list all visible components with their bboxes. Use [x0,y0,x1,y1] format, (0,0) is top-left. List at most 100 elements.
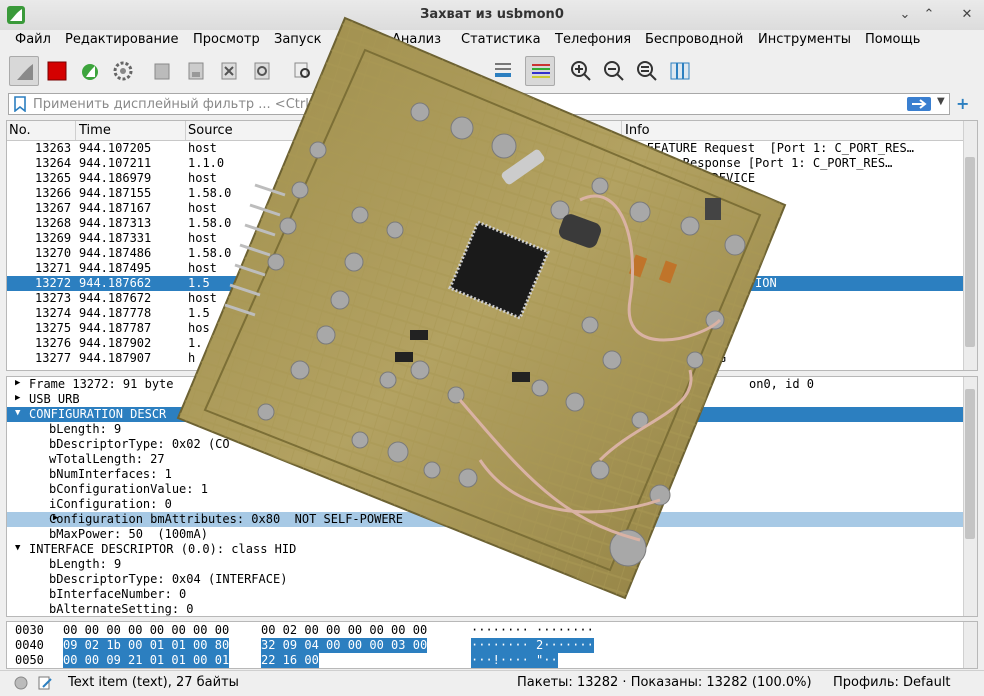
detail-tree-item[interactable]: bConfigurationValue: 1 [7,482,965,497]
menu-tools[interactable]: Инструменты [758,32,851,47]
detail-text: INTERFACE DESCRIPTOR (0.0): class HID [29,542,297,556]
edit-comment-icon[interactable] [37,675,53,691]
add-filter-plus-icon[interactable]: + [956,94,969,113]
detail-tree-item[interactable]: bMaxPower: 50 (100mA) [7,527,965,542]
detail-tree-item[interactable]: ▼ INTERFACE DESCRIPTOR (0.0): class HID [7,542,965,557]
menu-wireless[interactable]: Беспроводной [645,32,743,47]
colorize-button[interactable] [525,56,555,86]
hex-bytes[interactable]: 00 00 00 00 00 00 00 00 [63,623,229,638]
detail-tree-item[interactable]: bInterfaceNumber: 0 [7,587,965,602]
detail-tree-item[interactable]: ▶ Configuration bmAttributes: 0x80 NOT SE… [7,512,965,527]
expand-triangle-icon[interactable]: ▶ [15,393,20,403]
close-file-button[interactable] [214,56,244,86]
detail-tree-item[interactable]: ▶ USB URB [7,392,965,407]
packet-list-scrollbar[interactable] [963,121,977,370]
detail-tree-item[interactable]: bDescriptorType: 0x02 (CO [7,437,965,452]
start-capture-button[interactable] [9,56,39,86]
stop-capture-button[interactable] [42,56,72,86]
packet-row[interactable]: 13274 944.187778 1.5 esponse STRING [7,306,965,321]
hex-bytes[interactable]: 32 09 04 00 00 00 03 00 [261,638,428,653]
bytes-scrollbar[interactable] [963,622,977,668]
menu-help[interactable]: Помощь [865,32,920,47]
collapse-triangle-icon[interactable]: ▼ [15,408,20,418]
menu-capture[interactable]: Запуск [274,32,322,47]
packet-row[interactable]: 13276 944.187902 1. esponse STRING [7,336,965,351]
maximize-icon[interactable]: ⌃ [920,6,938,24]
expand-triangle-icon[interactable]: ▶ [15,378,20,388]
expert-info-icon[interactable] [14,676,28,690]
save-file-button[interactable] [181,56,211,86]
hex-ascii[interactable]: ········ 2······· [471,638,594,653]
packet-row[interactable]: 13271 944.187495 host uest CONFIGURATION [7,261,965,276]
hex-bytes[interactable]: 00 02 00 00 00 00 00 00 [261,623,427,638]
packet-row[interactable]: 13265 944.186979 host TOR Request DEVICE [7,171,965,186]
capture-options-button[interactable] [108,56,138,86]
packet-no: 13277 [35,351,72,365]
packet-row[interactable]: 13266 944.187155 1.58.0 Response DEVICE [7,186,965,201]
menu-view[interactable]: Просмотр [193,32,260,47]
hex-bytes[interactable]: 00 00 09 21 01 01 00 01 [63,653,230,668]
close-icon[interactable]: ✕ [958,6,976,24]
menu-statistics[interactable]: Статистика [461,32,541,47]
packet-row[interactable]: 13272 944.187662 1.5 esponse CONFIGURATION [7,276,965,291]
packet-details-tree: ▶ Frame 13272: 91 byte on0, id 0 ▶ USB URB ▼ C… [6,376,978,617]
bookmark-icon[interactable] [13,96,27,112]
packet-row[interactable]: 13277 944.187907 h Request STRING [7,351,965,366]
detail-tree-item[interactable]: wTotalLength: 27 [7,452,965,467]
apply-filter-arrow-icon[interactable] [907,97,931,111]
packet-list: No. Time Source Info 13263 944.107205 host… [6,120,978,371]
find-packet-button[interactable] [288,56,318,86]
packet-row[interactable]: 13264 944.107211 1.1.0 FEATURE Response [Po… [7,156,965,171]
detail-tree-item[interactable]: bDescriptorType: 0x04 (INTERFACE) [7,572,965,587]
packet-row[interactable]: 13273 944.187672 host Request STRING [7,291,965,306]
zoom-in-button[interactable] [566,56,596,86]
packet-row[interactable]: 13267 944.187167 host est DEVICE QUALIFIER [7,201,965,216]
autoscroll-button[interactable] [488,56,518,86]
details-scrollbar[interactable] [963,377,977,616]
zoom-normal-button[interactable] [632,56,662,86]
zoom-out-button[interactable] [599,56,629,86]
detail-tree-item[interactable]: ▼ CONFIGURATION DESCR [7,407,965,422]
packet-info: ponse CONFIGURATION [625,246,763,260]
detail-tree-item[interactable]: bLength: 9 [7,557,965,572]
menu-analyze[interactable]: Анализ [392,32,441,47]
hex-bytes[interactable]: 22 16 00 [261,653,319,668]
detail-tree-item[interactable]: bAlternateSetting: 0 [7,602,965,616]
detail-tree-item[interactable]: bLength: 9 [7,422,965,437]
hex-ascii[interactable]: ···!···· "·· [471,653,558,668]
detail-tree-item[interactable]: iConfiguration: 0 [7,497,965,512]
detail-tree-item[interactable]: bNumInterfaces: 1 [7,467,965,482]
menu-file[interactable]: Файл [15,32,51,47]
packet-row[interactable]: 13275 944.187787 hos Request STRING [7,321,965,336]
hex-ascii[interactable]: ········ ········ [471,623,594,638]
packet-time: 944.187486 [79,246,152,260]
column-no[interactable]: No. [9,123,31,138]
menu-edit[interactable]: Редактирование [65,32,178,47]
filter-history-chevron-icon[interactable]: ▼ [937,96,945,107]
column-source[interactable]: Source [188,123,233,138]
column-time[interactable]: Time [79,123,111,138]
detail-tree-item[interactable]: ▶ Frame 13272: 91 byte on0, id 0 [7,377,965,392]
reload-file-button[interactable] [247,56,277,86]
packet-row[interactable]: 13263 944.107205 host AR_FEATURE Request [P… [7,141,965,156]
collapse-triangle-icon[interactable]: ▼ [15,543,20,553]
packet-source: 1.5 [188,306,210,320]
packet-row[interactable]: 13268 944.187313 1.58.0 nse DEVICE QUALIFIE… [7,216,965,231]
menu-bar: Файл Редактирование Просмотр Запуск Анал… [0,30,984,52]
column-info[interactable]: Info [625,123,650,138]
resize-columns-button[interactable] [665,56,695,86]
restart-capture-button[interactable] [75,56,105,86]
hex-offset[interactable]: 0050 [15,653,44,668]
open-file-button[interactable] [148,56,178,86]
detail-text: USB URB [29,392,80,406]
packet-row[interactable]: 13269 944.187331 host est CONFIGURATION [7,231,965,246]
hex-offset[interactable]: 0040 [15,638,44,653]
status-profile[interactable]: Профиль: Default [833,675,951,690]
menu-telephony[interactable]: Телефония [555,32,631,47]
display-filter-input[interactable] [33,96,913,112]
packet-row[interactable]: 13270 944.187486 1.58.0 ponse CONFIGURATION [7,246,965,261]
minimize-icon[interactable]: ⌄ [896,6,914,24]
packet-no: 13272 [35,276,72,290]
hex-bytes[interactable]: 09 02 1b 00 01 01 00 80 [63,638,230,653]
hex-offset[interactable]: 0030 [15,623,44,638]
